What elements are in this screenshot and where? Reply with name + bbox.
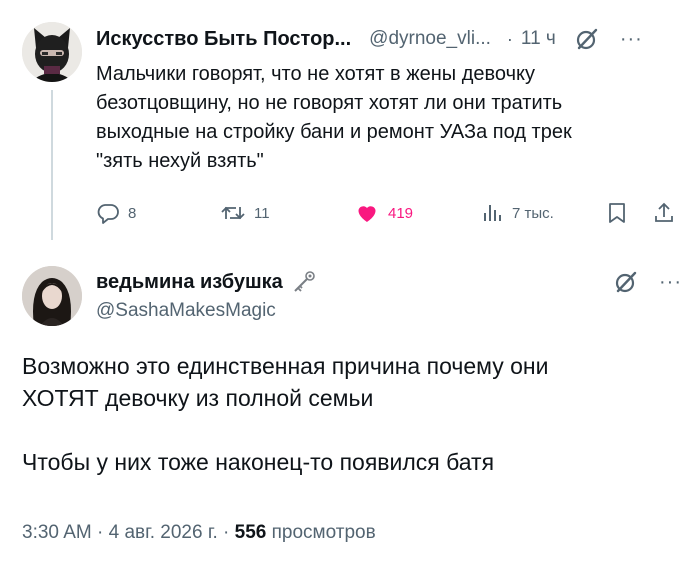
tweet-date[interactable]: 4 авг. 2026 г. [109, 522, 218, 543]
separator-dot: · [506, 28, 513, 49]
reply-icon [96, 201, 120, 225]
tweet-text-line: "зять нехуй взять" [96, 150, 264, 172]
tweet-text-line: безотцовщину, но не говорят хотят ли они… [96, 92, 563, 114]
key-icon [291, 269, 317, 295]
retweet-count: 11 [254, 204, 270, 222]
grok-icon[interactable] [613, 269, 639, 295]
tweet-text-line: Чтобы у них тоже наконец-то появился бат… [22, 449, 495, 475]
quoted-tweet-header: Искусство Быть Постор... @dyrnoe_vli... … [96, 26, 682, 52]
views-count: 556 [234, 522, 267, 543]
thread-line [51, 90, 53, 240]
display-name[interactable]: ведьмина избушка [96, 271, 283, 294]
views-button[interactable]: 7 тыс. [482, 198, 554, 228]
tweet-time[interactable]: 11 ч [521, 28, 556, 50]
reply-button[interactable]: 8 [96, 198, 136, 228]
like-button[interactable]: 419 [354, 198, 413, 228]
share-icon [652, 201, 676, 225]
tweet-actions: 8 11 419 7 тыс. [96, 198, 680, 228]
tweet-text-line: ХОТЯТ девочку из полной семьи [22, 385, 374, 411]
like-count: 419 [388, 204, 414, 222]
bookmark-icon [606, 201, 628, 225]
reply-tweet-header: ведьмина избушка ··· [96, 268, 682, 296]
views-icon [482, 201, 504, 225]
tweet-meta: 3:30 AM · 4 авг. 2026 г. · 556 просмотро… [22, 522, 376, 544]
tweet-text-line: Мальчики говорят, что не хотят в жены де… [96, 63, 535, 85]
grok-icon[interactable] [574, 26, 600, 52]
reply-count: 8 [128, 204, 137, 222]
user-handle[interactable]: @dyrnoe_vli... [369, 28, 491, 50]
separator-dot: · [97, 522, 109, 543]
heart-icon [354, 201, 380, 225]
tweet-text-line: Возможно это единственная причина почему… [22, 353, 549, 379]
more-icon[interactable]: ··· [620, 29, 643, 49]
reply-header-controls: ··· [613, 268, 682, 296]
tweet-text-line: выходные на стройку бани и ремонт УАЗа п… [96, 121, 572, 143]
share-button[interactable] [652, 198, 676, 228]
views-label: просмотров [271, 522, 376, 543]
retweet-icon [220, 201, 246, 225]
quoted-tweet-text: Мальчики говорят, что не хотят в жены де… [96, 60, 676, 176]
separator-dot: · [223, 522, 235, 543]
views-count: 7 тыс. [512, 204, 554, 222]
avatar[interactable] [22, 266, 82, 326]
avatar[interactable] [22, 22, 82, 82]
more-icon[interactable]: ··· [659, 272, 682, 292]
reply-tweet-text: Возможно это единственная причина почему… [22, 350, 682, 478]
bookmark-button[interactable] [606, 198, 628, 228]
tweet-time[interactable]: 3:30 AM [22, 522, 92, 543]
retweet-button[interactable]: 11 [220, 198, 270, 228]
user-handle[interactable]: @SashaMakesMagic [96, 300, 276, 322]
display-name[interactable]: Искусство Быть Постор... [96, 28, 351, 51]
